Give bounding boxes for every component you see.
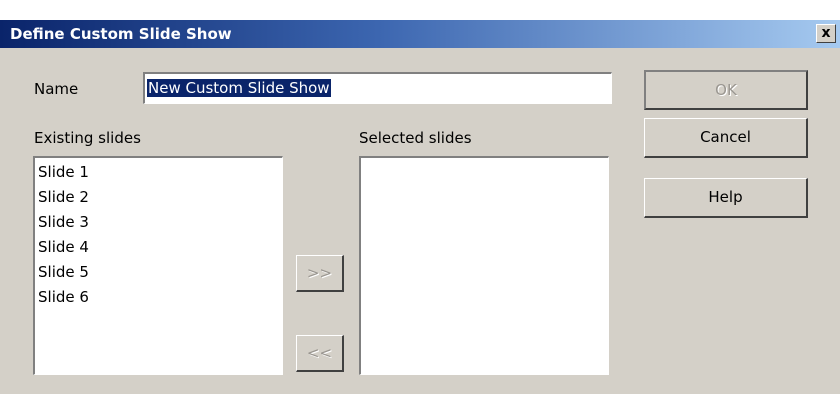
list-item[interactable]: Slide 1 [35,160,282,185]
existing-slides-items: Slide 1 Slide 2 Slide 3 Slide 4 Slide 5 Slide… [35,158,282,310]
selected-slides-list[interactable] [359,156,609,375]
list-item[interactable]: Slide 3 [35,210,282,235]
remove-slide-button[interactable]: << [296,335,344,372]
list-item[interactable]: Slide 4 [35,235,282,260]
list-item[interactable]: Slide 6 [35,285,282,310]
help-button[interactable]: Help [644,178,808,218]
name-input-value: New Custom Slide Show [147,79,331,97]
list-item[interactable]: Slide 2 [35,185,282,210]
existing-slides-label: Existing slides [34,129,141,147]
title-bar[interactable]: Define Custom Slide Show x [0,20,840,48]
ok-button[interactable]: OK [644,70,808,110]
name-label-text: Name [34,80,79,98]
name-input[interactable]: New Custom Slide Show [143,72,612,104]
list-item[interactable]: Slide 5 [35,260,282,285]
existing-slides-list[interactable]: Slide 1 Slide 2 Slide 3 Slide 4 Slide 5 Slide… [33,156,283,375]
name-label: Name [34,80,78,98]
define-custom-slide-show-dialog: Define Custom Slide Show x Name New Cust… [0,0,840,394]
selected-slides-label: Selected slides [359,129,472,147]
window-title: Define Custom Slide Show [10,25,232,43]
close-button[interactable]: x [816,24,836,43]
cancel-button[interactable]: Cancel [644,118,808,158]
add-slide-button[interactable]: >> [296,255,344,292]
selected-slides-items [361,158,608,160]
title-top-strip [0,0,840,20]
